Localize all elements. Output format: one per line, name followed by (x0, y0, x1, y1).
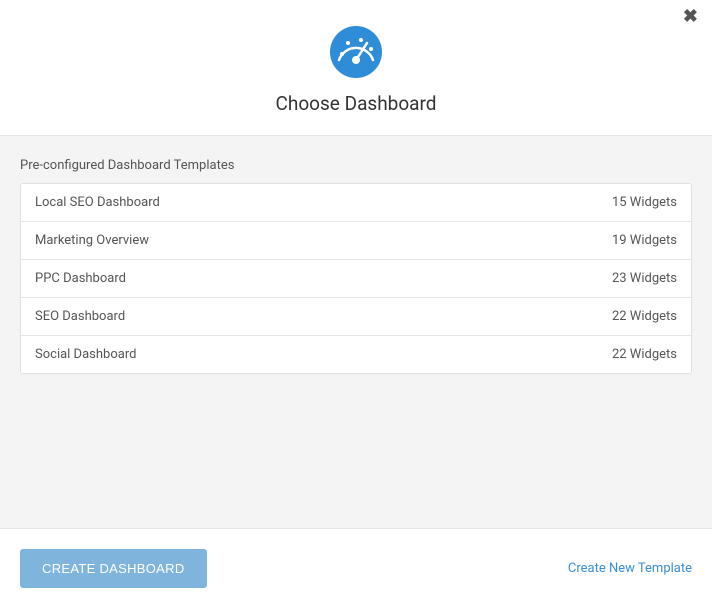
create-dashboard-button[interactable]: CREATE DASHBOARD (20, 549, 207, 588)
template-name: SEO Dashboard (35, 309, 125, 324)
section-label: Pre-configured Dashboard Templates (20, 158, 692, 173)
template-count: 22 Widgets (612, 347, 677, 362)
template-name: Local SEO Dashboard (35, 195, 160, 210)
template-row[interactable]: PPC Dashboard 23 Widgets (21, 260, 691, 298)
gauge-icon (330, 26, 382, 78)
template-list: Local SEO Dashboard 15 Widgets Marketing… (20, 183, 692, 374)
template-row[interactable]: Social Dashboard 22 Widgets (21, 336, 691, 373)
close-icon[interactable]: ✖ (683, 8, 698, 26)
template-count: 22 Widgets (612, 309, 677, 324)
template-count: 19 Widgets (612, 233, 677, 248)
modal-footer: CREATE DASHBOARD Create New Template (0, 528, 712, 608)
template-count: 23 Widgets (612, 271, 677, 286)
modal-content: Pre-configured Dashboard Templates Local… (0, 136, 712, 528)
template-count: 15 Widgets (612, 195, 677, 210)
template-name: Marketing Overview (35, 233, 149, 248)
create-template-link[interactable]: Create New Template (568, 561, 692, 576)
modal-title: Choose Dashboard (0, 92, 712, 115)
template-row[interactable]: Marketing Overview 19 Widgets (21, 222, 691, 260)
modal-header: Choose Dashboard (0, 0, 712, 135)
template-name: Social Dashboard (35, 347, 136, 362)
template-row[interactable]: Local SEO Dashboard 15 Widgets (21, 184, 691, 222)
choose-dashboard-modal: ✖ Choose Dashboard Pre-configured Dashbo… (0, 0, 712, 608)
template-name: PPC Dashboard (35, 271, 126, 286)
template-row[interactable]: SEO Dashboard 22 Widgets (21, 298, 691, 336)
